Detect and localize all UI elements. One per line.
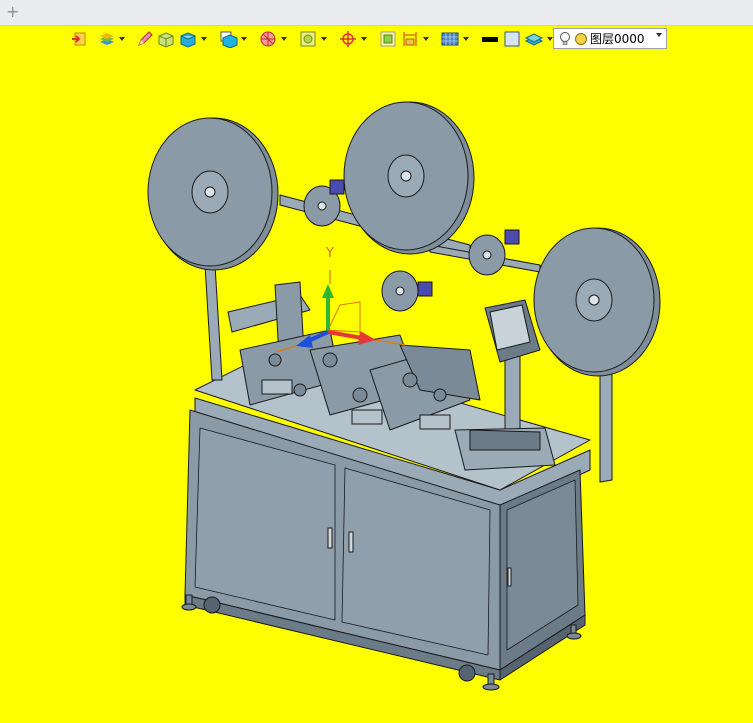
new-tab-button[interactable]: + — [6, 3, 19, 21]
fill-color-button[interactable] — [502, 28, 522, 50]
dimension-dropdown[interactable] — [422, 28, 430, 50]
dimension-button[interactable] — [400, 28, 420, 50]
cube-solid-dropdown[interactable] — [240, 28, 248, 50]
machine-model: Y — [147, 101, 661, 691]
cube-dropdown[interactable] — [200, 28, 208, 50]
boundary-icon — [300, 31, 316, 47]
pencil-icon — [138, 31, 153, 46]
pencil-button[interactable] — [136, 28, 154, 50]
layer-color-icon — [575, 32, 587, 45]
reel-left — [147, 117, 279, 271]
boundary-dropdown[interactable] — [320, 28, 328, 50]
layer-select[interactable]: 图层0000 — [553, 28, 667, 49]
section-icon — [260, 31, 276, 47]
cube-icon — [180, 32, 196, 48]
reel-center — [343, 101, 475, 255]
model-viewport[interactable]: Y — [0, 50, 753, 723]
section-button[interactable] — [258, 28, 278, 50]
snap-icon — [340, 31, 356, 47]
chevron-down-icon — [321, 37, 327, 41]
boundary-button[interactable] — [298, 28, 318, 50]
chevron-down-icon — [656, 33, 662, 37]
box-open-button[interactable] — [156, 28, 176, 50]
exit-icon — [72, 32, 86, 46]
chevron-down-icon — [241, 37, 247, 41]
chevron-down-icon — [463, 37, 469, 41]
layer-label: 图层0000 — [590, 32, 645, 46]
cube-solid-button[interactable] — [218, 28, 238, 50]
touch-screen — [484, 299, 541, 363]
layers-dropdown[interactable] — [118, 28, 126, 50]
section-dropdown[interactable] — [280, 28, 288, 50]
snap-dropdown[interactable] — [360, 28, 368, 50]
snap-button[interactable] — [338, 28, 358, 50]
line-color-icon — [482, 37, 498, 42]
axis-label-y: Y — [325, 246, 334, 261]
chevron-down-icon — [201, 37, 207, 41]
cube-button[interactable] — [178, 28, 198, 50]
fill-color-icon — [504, 31, 520, 47]
chevron-down-icon — [281, 37, 287, 41]
chevron-down-icon — [361, 37, 367, 41]
render-icon — [524, 33, 544, 46]
render-button[interactable] — [524, 28, 544, 50]
reel-right — [533, 227, 661, 377]
display-style-dropdown[interactable] — [462, 28, 470, 50]
display-style-icon — [441, 32, 459, 46]
cube-solid-icon — [220, 31, 238, 48]
fit-button[interactable] — [378, 28, 398, 50]
fit-icon — [380, 31, 396, 47]
tab-bar: + — [0, 0, 753, 26]
layers-icon — [100, 33, 114, 45]
line-color-button[interactable] — [480, 28, 500, 50]
view-toolbar — [70, 28, 554, 50]
exit-button[interactable] — [70, 28, 88, 50]
box-open-icon — [158, 32, 174, 48]
layers-button[interactable] — [98, 28, 116, 50]
lightbulb-icon — [560, 31, 570, 45]
display-style-button[interactable] — [440, 28, 460, 50]
chevron-down-icon — [119, 37, 125, 41]
dimension-icon — [403, 32, 417, 46]
chevron-down-icon — [423, 37, 429, 41]
